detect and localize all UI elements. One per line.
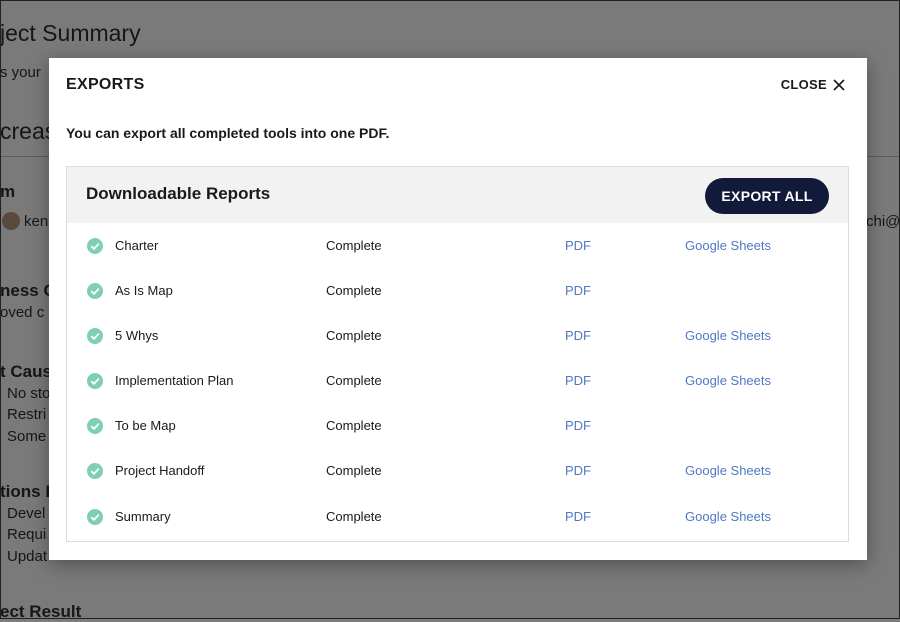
page-subtitle: s your: [0, 64, 41, 81]
report-name: Summary: [115, 509, 171, 524]
check-circle-icon: [87, 463, 103, 479]
google-sheets-link[interactable]: Google Sheets: [685, 328, 771, 343]
close-icon: [833, 78, 845, 91]
report-row: Charter Complete PDF Google Sheets: [67, 231, 848, 261]
close-button[interactable]: CLOSE: [781, 77, 845, 92]
check-circle-icon: [87, 418, 103, 434]
cause-item: Restri: [7, 406, 47, 423]
google-sheets-link[interactable]: Google Sheets: [685, 463, 771, 478]
reports-title: Downloadable Reports: [86, 184, 271, 203]
cause-item: Some: [7, 428, 47, 445]
report-name: As Is Map: [115, 283, 173, 298]
check-circle-icon: [87, 373, 103, 389]
report-status: Complete: [326, 509, 382, 524]
pdf-link[interactable]: PDF: [565, 509, 591, 524]
google-sheets-link[interactable]: Google Sheets: [685, 238, 771, 253]
export-all-button[interactable]: EXPORT ALL: [705, 178, 829, 214]
check-circle-icon: [87, 238, 103, 254]
modal-title: EXPORTS: [66, 76, 145, 93]
report-name: Charter: [115, 238, 159, 253]
google-sheets-link[interactable]: Google Sheets: [685, 509, 771, 524]
google-sheets-link[interactable]: Google Sheets: [685, 373, 771, 388]
action-item: Devel: [7, 505, 46, 522]
report-row: Summary Complete PDF Google Sheets: [67, 502, 848, 532]
pdf-link[interactable]: PDF: [565, 238, 591, 253]
check-circle-icon: [87, 283, 103, 299]
business-section-heading: ness C: [0, 281, 56, 300]
report-row: 5 Whys Complete PDF Google Sheets: [67, 321, 848, 351]
business-text: oved c: [0, 304, 45, 321]
pdf-link[interactable]: PDF: [565, 283, 591, 298]
report-row: As Is Map Complete PDF: [67, 276, 848, 306]
team-section-heading: m: [0, 182, 16, 201]
result-section-heading: ect Result: [0, 602, 82, 621]
page-title: ject Summary: [0, 20, 141, 46]
team-member-name: ken: [24, 213, 49, 230]
report-name: Project Handoff: [115, 463, 205, 478]
report-status: Complete: [326, 373, 382, 388]
action-item: Requi: [7, 526, 47, 543]
cause-section-heading: t Caus: [0, 362, 52, 381]
actions-section-heading: tions I: [0, 482, 51, 501]
report-status: Complete: [326, 463, 382, 478]
report-row: Project Handoff Complete PDF Google Shee…: [67, 456, 848, 486]
exports-modal: EXPORTS CLOSE You can export all complet…: [49, 58, 867, 560]
report-status: Complete: [326, 238, 382, 253]
reports-header: Downloadable Reports EXPORT ALL: [67, 167, 848, 223]
report-status: Complete: [326, 283, 382, 298]
team-member-email: chi@: [866, 213, 900, 230]
pdf-link[interactable]: PDF: [565, 463, 591, 478]
report-row: Implementation Plan Complete PDF Google …: [67, 366, 848, 396]
action-item: Updat: [7, 548, 48, 565]
check-circle-icon: [87, 509, 103, 525]
pdf-link[interactable]: PDF: [565, 418, 591, 433]
pdf-link[interactable]: PDF: [565, 328, 591, 343]
report-row: To be Map Complete PDF: [67, 411, 848, 441]
pdf-link[interactable]: PDF: [565, 373, 591, 388]
page-heading: creas: [0, 118, 57, 144]
report-name: Implementation Plan: [115, 373, 234, 388]
export-description: You can export all completed tools into …: [66, 125, 390, 141]
report-status: Complete: [326, 418, 382, 433]
avatar: [2, 212, 20, 230]
reports-panel: Downloadable Reports EXPORT ALL Charter …: [66, 166, 849, 542]
report-name: 5 Whys: [115, 328, 159, 343]
report-status: Complete: [326, 328, 382, 343]
report-name: To be Map: [115, 418, 176, 433]
cause-item: No sto: [7, 385, 51, 402]
close-label: CLOSE: [780, 77, 827, 92]
check-circle-icon: [87, 328, 103, 344]
